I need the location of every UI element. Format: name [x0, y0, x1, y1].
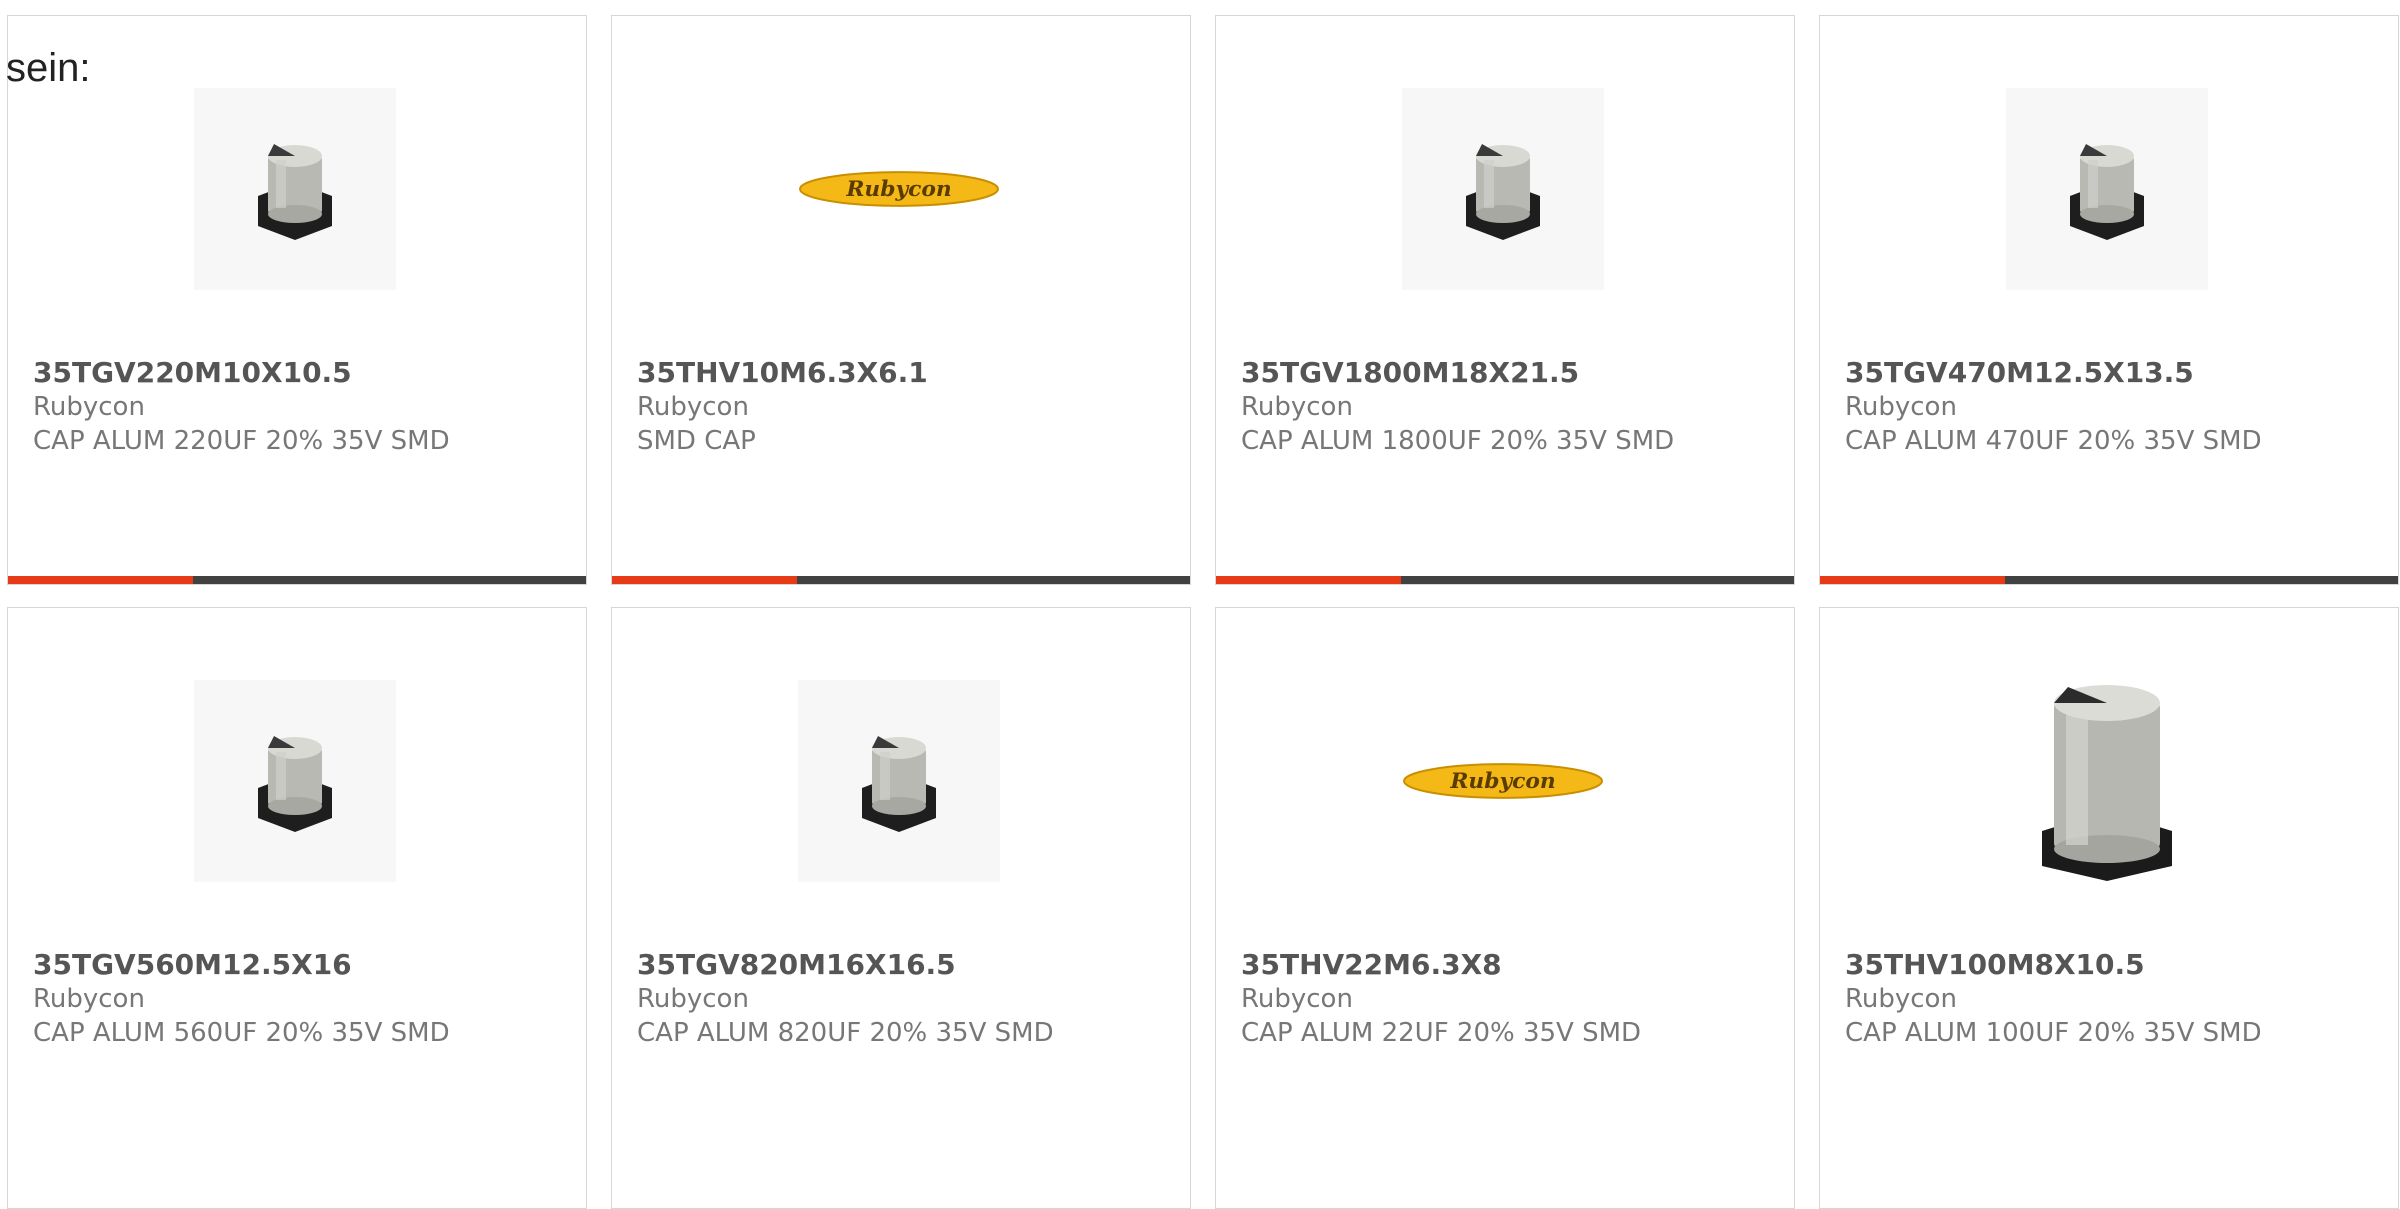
- product-card[interactable]: 35TGV1800M18X21.5 Rubycon CAP ALUM 1800U…: [1215, 15, 1795, 585]
- manufacturer: Rubycon: [637, 392, 749, 422]
- progress-fill: [8, 576, 193, 584]
- rubycon-logo-icon: Rubycon: [798, 171, 1000, 207]
- manufacturer: Rubycon: [1241, 392, 1353, 422]
- capacitor-small-icon: [258, 144, 332, 240]
- progress-fill: [1216, 576, 1401, 584]
- product-image[interactable]: [2006, 88, 2208, 290]
- manufacturer: Rubycon: [1845, 984, 1957, 1014]
- product-card[interactable]: 35THV100M8X10.5 Rubycon CAP ALUM 100UF 2…: [1819, 607, 2399, 1209]
- product-card[interactable]: 35TGV470M12.5X13.5 Rubycon CAP ALUM 470U…: [1819, 15, 2399, 585]
- product-image[interactable]: [1402, 88, 1604, 290]
- manufacturer: Rubycon: [1241, 984, 1353, 1014]
- manufacturer: Rubycon: [33, 392, 145, 422]
- part-number-link[interactable]: 35THV10M6.3X6.1: [637, 356, 1180, 390]
- description: CAP ALUM 22UF 20% 35V SMD: [1241, 1018, 1642, 1048]
- description: CAP ALUM 1800UF 20% 35V SMD: [1241, 426, 1675, 456]
- product-card[interactable]: Rubycon 35THV10M6.3X6.1 Rubycon SMD CAP: [611, 15, 1191, 585]
- product-card[interactable]: 35TGV220M10X10.5 Rubycon CAP ALUM 220UF …: [7, 15, 587, 585]
- product-grid: 35TGV220M10X10.5 Rubycon CAP ALUM 220UF …: [7, 15, 2399, 1209]
- product-card[interactable]: 35TGV820M16X16.5 Rubycon CAP ALUM 820UF …: [611, 607, 1191, 1209]
- manufacturer: Rubycon: [1845, 392, 1957, 422]
- description: SMD CAP: [637, 426, 756, 456]
- capacitor-small-icon: [1466, 144, 1540, 240]
- product-image[interactable]: [2006, 680, 2208, 882]
- svg-text:Rubycon: Rubycon: [1449, 769, 1555, 794]
- progress-fill: [612, 576, 797, 584]
- description: CAP ALUM 220UF 20% 35V SMD: [33, 426, 450, 456]
- product-card[interactable]: Rubycon 35THV22M6.3X8 Rubycon CAP ALUM 2…: [1215, 607, 1795, 1209]
- part-number-link[interactable]: 35TGV560M12.5X16: [33, 948, 576, 982]
- capacitor-small-icon: [862, 736, 936, 832]
- part-number-link[interactable]: 35TGV1800M18X21.5: [1241, 356, 1784, 390]
- part-number-link[interactable]: 35THV22M6.3X8: [1241, 948, 1784, 982]
- product-image[interactable]: [798, 680, 1000, 882]
- progress-bar: [1820, 576, 2398, 584]
- product-image[interactable]: Rubycon: [798, 88, 1000, 290]
- part-number-link[interactable]: 35TGV220M10X10.5: [33, 356, 576, 390]
- part-number-link[interactable]: 35TGV820M16X16.5: [637, 948, 1180, 982]
- description: CAP ALUM 560UF 20% 35V SMD: [33, 1018, 450, 1048]
- capacitor-large-icon: [2042, 685, 2172, 881]
- progress-bar: [8, 576, 586, 584]
- part-number-link[interactable]: 35THV100M8X10.5: [1845, 948, 2388, 982]
- description: CAP ALUM 820UF 20% 35V SMD: [637, 1018, 1054, 1048]
- capacitor-small-icon: [258, 736, 332, 832]
- part-number-link[interactable]: 35TGV470M12.5X13.5: [1845, 356, 2388, 390]
- progress-fill: [1820, 576, 2005, 584]
- svg-text:Rubycon: Rubycon: [845, 177, 951, 202]
- description: CAP ALUM 470UF 20% 35V SMD: [1845, 426, 2262, 456]
- product-image[interactable]: [194, 88, 396, 290]
- product-image[interactable]: Rubycon: [1402, 680, 1604, 882]
- product-card[interactable]: 35TGV560M12.5X16 Rubycon CAP ALUM 560UF …: [7, 607, 587, 1209]
- progress-bar: [1216, 576, 1794, 584]
- rubycon-logo-icon: Rubycon: [1402, 763, 1604, 799]
- capacitor-small-icon: [2070, 144, 2144, 240]
- manufacturer: Rubycon: [637, 984, 749, 1014]
- page-label: sein:: [6, 46, 91, 90]
- product-image[interactable]: [194, 680, 396, 882]
- progress-bar: [612, 576, 1190, 584]
- description: CAP ALUM 100UF 20% 35V SMD: [1845, 1018, 2262, 1048]
- manufacturer: Rubycon: [33, 984, 145, 1014]
